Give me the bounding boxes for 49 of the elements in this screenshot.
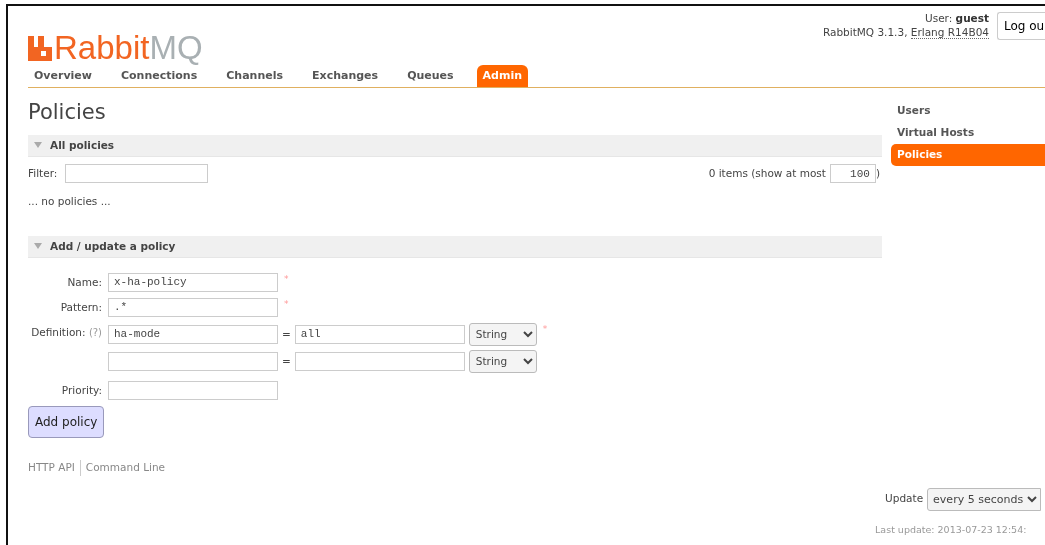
- item-count: 0 items (show at most: [708, 165, 826, 181]
- field-label: Priority:: [60, 382, 103, 398]
- update-select[interactable]: every 5 seconds: [927, 487, 1042, 511]
- logo-text: Rabbit: [54, 31, 150, 64]
- logo-icon: [28, 36, 52, 61]
- nav-tab[interactable]: Connections: [115, 64, 204, 87]
- nav-tab[interactable]: Exchanges: [306, 64, 385, 87]
- logout-button[interactable]: Log ou: [997, 12, 1045, 40]
- last-update-text: Last update: 2013-07-23 12:54:: [875, 522, 1028, 537]
- key-field[interactable]: [108, 351, 278, 371]
- sidebar-item[interactable]: Users: [891, 100, 1045, 122]
- field-label: Definition:: [31, 325, 87, 338]
- type-select[interactable]: String: [468, 322, 537, 346]
- priority-field[interactable]: [108, 380, 278, 400]
- sidebar-item[interactable]: Virtual Hosts: [891, 122, 1045, 144]
- nav-tab[interactable]: Channels: [220, 64, 289, 87]
- equals-sign: =: [281, 326, 292, 342]
- field-label: Name:: [66, 274, 103, 290]
- text-field[interactable]: x-ha-policy: [108, 272, 278, 292]
- section-header[interactable]: Add / update a policy: [28, 235, 883, 258]
- filter-label: Filter:: [28, 165, 58, 181]
- required-mark: *: [284, 272, 289, 286]
- erlang-link[interactable]: Erlang R14B04: [910, 25, 989, 39]
- required-mark: *: [542, 322, 548, 336]
- field-label: Pattern:: [59, 299, 103, 315]
- nav-tab[interactable]: Queues: [401, 64, 460, 87]
- equals-sign: =: [281, 353, 292, 369]
- section-header[interactable]: All policies: [28, 135, 883, 158]
- user-label: User: guest: [924, 12, 989, 26]
- value-field[interactable]: all: [294, 324, 465, 344]
- text-field[interactable]: .*: [108, 297, 278, 317]
- empty-text: ... no policies ...: [28, 194, 112, 210]
- version-text: RabbitMQ 3.1.3,: [822, 25, 909, 38]
- footer-link[interactable]: HTTP API: [28, 459, 75, 476]
- update-label: Update: [885, 491, 924, 507]
- nav-tab[interactable]: Overview: [28, 64, 98, 87]
- page-title: Policies: [28, 100, 107, 126]
- footer-link[interactable]: Command Line: [79, 459, 165, 476]
- key-field[interactable]: ha-mode: [108, 324, 278, 344]
- filter-field[interactable]: [65, 164, 209, 184]
- paren-text: ): [875, 165, 880, 181]
- limit-field[interactable]: 100: [829, 164, 876, 184]
- section-title: All policies: [50, 137, 115, 153]
- section-title: Add / update a policy: [50, 238, 176, 254]
- add-policy-button[interactable]: Add policy: [28, 405, 105, 438]
- logo-text: MQ: [149, 31, 203, 64]
- value-field[interactable]: [294, 351, 465, 371]
- required-mark: *: [284, 297, 289, 311]
- type-select[interactable]: String: [468, 349, 537, 373]
